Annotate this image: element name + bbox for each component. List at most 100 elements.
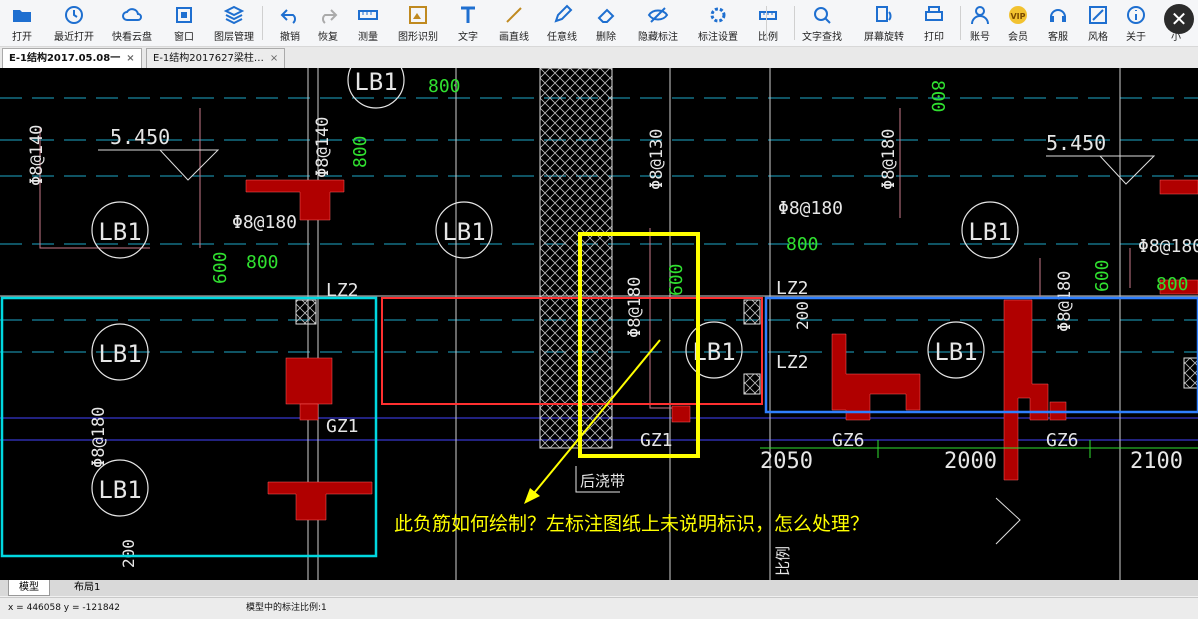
dimension-label: 800 xyxy=(350,135,371,168)
shape-recognize-icon xyxy=(409,6,427,24)
folder-open-icon xyxy=(13,10,31,22)
toolbar-button-21[interactable]: VIP 会员 xyxy=(1000,2,1036,44)
toolbar-button-7[interactable]: 恢复 xyxy=(310,2,346,44)
toolbar-button-15[interactable]: 标注设置 xyxy=(698,2,738,44)
toolbar-button-2[interactable]: 最近打开 xyxy=(54,2,94,44)
toolbar-button-19[interactable]: 打印 xyxy=(916,2,952,44)
toolbar-separator xyxy=(262,6,263,40)
column-label: GZ6 xyxy=(832,430,865,451)
toolbar-button-label: 比例 xyxy=(758,32,778,43)
column-shape xyxy=(671,405,691,423)
rebar-label: Φ8@180 xyxy=(625,277,645,338)
text-search-icon xyxy=(814,7,831,24)
toolbar-button-17[interactable]: 文字查找 xyxy=(802,2,842,44)
toolbar-button-23[interactable]: 风格 xyxy=(1080,2,1116,44)
toolbar-button-4[interactable]: 窗口 xyxy=(166,2,202,44)
cad-canvas[interactable]: LB1 LB1 LB1 LB1 LB1 LB1 LB1 LB1 5.450 5.… xyxy=(0,68,1198,580)
column-label: GZ1 xyxy=(640,430,673,451)
dimension-label: 200 xyxy=(119,539,138,568)
tab-drawing-1[interactable]: E-1结构2017.05.08一 × xyxy=(2,48,142,68)
close-icon[interactable]: ✕ xyxy=(1164,4,1194,34)
rebar-label: Φ8@130 xyxy=(647,129,667,190)
column-label: LZ2 xyxy=(776,278,809,299)
eraser-icon xyxy=(597,8,615,23)
toolbar-button-9[interactable]: 图形识别 xyxy=(398,2,438,44)
toolbar-button-22[interactable]: 客服 xyxy=(1040,2,1076,44)
ruler-icon xyxy=(358,10,378,20)
toolbar-button-label: 删除 xyxy=(596,32,616,43)
dimension-label: 600 xyxy=(210,251,231,284)
toolbar-button-5[interactable]: 图层管理 xyxy=(214,2,254,44)
document-tabs: E-1结构2017.05.08一 × E-1结构2017627梁柱… × xyxy=(0,47,1198,69)
tab-drawing-2[interactable]: E-1结构2017627梁柱… × xyxy=(146,48,286,68)
toolbar-button-1[interactable]: 打开 xyxy=(4,2,40,44)
toolbar-button-6[interactable]: 撤销 xyxy=(272,2,308,44)
label-lb1: LB1 xyxy=(442,218,485,246)
user-icon xyxy=(971,6,989,25)
label-lb1: LB1 xyxy=(934,338,977,366)
toolbar-button-label: 账号 xyxy=(970,32,990,43)
clock-icon xyxy=(65,6,83,24)
toolbar-button-label: 隐藏标注 xyxy=(638,32,678,43)
column-shape xyxy=(285,357,333,405)
post-pour-label: 后浇带 xyxy=(580,472,625,490)
dimension-label: 200 xyxy=(793,301,812,330)
rebar-label: Φ8@180 xyxy=(778,198,843,219)
toolbar-button-8[interactable]: 测量 xyxy=(350,2,386,44)
column-shape xyxy=(299,403,319,421)
toolbar-button-20[interactable]: 账号 xyxy=(962,2,998,44)
toolbar-button-24[interactable]: 关于 xyxy=(1118,2,1154,44)
toolbar-button-label: 窗口 xyxy=(174,32,194,43)
toolbar-button-label: 文字查找 xyxy=(802,32,842,43)
beam-shape xyxy=(1003,299,1049,481)
tab-model[interactable]: 模型 xyxy=(8,580,50,596)
toolbar-separator xyxy=(960,6,961,40)
tab-close-icon[interactable]: × xyxy=(270,53,278,64)
label-lb1: LB1 xyxy=(98,218,141,246)
undo-icon xyxy=(280,9,296,24)
rebar-label: Φ8@140 xyxy=(313,117,333,178)
label-lb1: LB1 xyxy=(98,476,141,504)
toolbar-button-label: 任意线 xyxy=(547,32,577,43)
toolbar-button-10[interactable]: 文字 xyxy=(450,2,486,44)
toolbar-button-14[interactable]: 隐藏标注 xyxy=(638,2,678,44)
toolbar-button-3[interactable]: 快看云盘 xyxy=(112,2,152,44)
layers-icon xyxy=(223,5,245,25)
highlight-blue xyxy=(764,296,1198,414)
rebar-label: Φ8@180 xyxy=(879,129,899,190)
dimension-label: 800 xyxy=(786,234,819,255)
coordinate-readout: x = 446058 y = -121842 xyxy=(8,603,120,613)
toolbar-button-13[interactable]: 删除 xyxy=(588,2,624,44)
question-annotation: 此负筋如何绘制？左标注图纸上未说明标识，怎么处理？ xyxy=(394,513,869,535)
label-lb1: LB1 xyxy=(354,68,397,96)
toolbar-button-label: 关于 xyxy=(1126,32,1146,43)
toolbar-button-label: 图形识别 xyxy=(398,32,438,43)
tab-layout1[interactable]: 布局1 xyxy=(64,580,110,595)
tab-label: E-1结构2017.05.08一 xyxy=(9,53,121,64)
dimension-label: 800 xyxy=(927,80,948,113)
beam-shape xyxy=(1159,179,1198,195)
dimension-label: 600 xyxy=(666,263,687,296)
toolbar-button-label: 最近打开 xyxy=(54,32,94,43)
toolbar-button-label: 图层管理 xyxy=(214,32,254,43)
column-label: GZ1 xyxy=(326,416,359,437)
column-label: GZ6 xyxy=(1046,430,1079,451)
toolbar-button-18[interactable]: 屏幕旋转 xyxy=(864,2,904,44)
dimension-label: 600 xyxy=(1092,259,1113,292)
toolbar-button-label: 风格 xyxy=(1088,32,1108,43)
toolbar-button-12[interactable]: 任意线 xyxy=(544,2,580,44)
toolbar-button-11[interactable]: 画直线 xyxy=(496,2,532,44)
rebar-label: Φ8@180 xyxy=(89,407,109,468)
dimension-label: 800 xyxy=(1156,274,1189,295)
label-lb1: LB1 xyxy=(98,340,141,368)
toolbar-button-label: 文字 xyxy=(458,32,478,43)
toolbar-button-16[interactable]: 比例 xyxy=(750,2,786,44)
tab-close-icon[interactable]: × xyxy=(126,53,134,64)
window-icon xyxy=(176,7,192,23)
dimension-label: 2000 xyxy=(944,449,997,474)
post-pour-hatch xyxy=(539,68,613,449)
elevation-label: 5.450 xyxy=(1046,131,1106,155)
rebar-label: Φ8@180 xyxy=(232,212,297,233)
svg-text:VIP: VIP xyxy=(1010,12,1025,21)
ratio-label: 比例 xyxy=(774,546,792,576)
